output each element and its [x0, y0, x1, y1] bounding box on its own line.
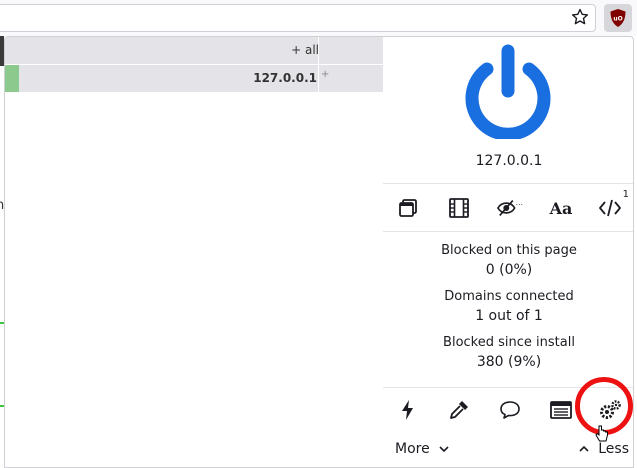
blocked-page-label: Blocked on this page	[441, 243, 577, 258]
no-remote-fonts-switch[interactable]: Aa	[548, 195, 574, 221]
less-button[interactable]: Less	[578, 441, 629, 457]
browser-toolbar: uO	[0, 0, 637, 36]
firewall-allowed-indicator	[5, 65, 19, 92]
divider	[383, 231, 633, 232]
more-button[interactable]: More	[395, 441, 450, 457]
less-label: Less	[598, 441, 629, 457]
domains-connected-value: 1 out of 1	[475, 308, 543, 324]
url-bar[interactable]	[0, 4, 596, 32]
ublock-popup: + all 127.0.0.1 + 127.0.0.1 … Aa 1 Block…	[4, 36, 634, 468]
ublock-origin-button[interactable]: uO	[604, 4, 632, 32]
no-scripting-switch[interactable]: 1	[597, 189, 629, 221]
hostname-label: 127.0.0.1	[475, 153, 543, 169]
power-switch-icon[interactable]	[463, 43, 553, 139]
ublock-origin-icon: uO	[610, 9, 626, 27]
no-popups-switch[interactable]	[395, 195, 421, 221]
no-popups-icon	[399, 199, 417, 217]
svg-text:…: …	[516, 198, 523, 207]
no-cosmetic-filtering-switch[interactable]: …	[497, 195, 523, 221]
no-scripting-icon	[599, 199, 621, 217]
divider	[383, 183, 633, 184]
firewall-row-host[interactable]: 127.0.0.1 +	[5, 65, 383, 92]
stats-section: Blocked on this page 0 (0%) Domains conn…	[383, 243, 633, 381]
eyedropper-icon	[450, 401, 468, 419]
firewall-column-separator	[318, 37, 319, 64]
firewall-row-host-label: 127.0.0.1	[253, 71, 317, 85]
per-site-switches: … Aa 1	[383, 185, 633, 231]
domains-connected-label: Domains connected	[444, 289, 574, 304]
svg-text:Aa: Aa	[549, 199, 572, 218]
no-large-media-switch[interactable]	[446, 195, 472, 221]
scripting-badge: 1	[622, 189, 629, 200]
firewall-row-all[interactable]: + all	[5, 37, 383, 65]
blocked-page-value: 0 (0%)	[485, 262, 533, 278]
picker-button[interactable]	[446, 397, 472, 423]
lightning-icon	[402, 400, 413, 420]
chevron-down-icon	[439, 446, 449, 453]
no-large-media-icon	[449, 198, 469, 218]
no-cosmetic-filtering-icon: …	[497, 198, 523, 216]
firewall-pane: + all 127.0.0.1 +	[5, 37, 383, 467]
blocked-install-label: Blocked since install	[443, 335, 575, 350]
firewall-row-host-plus: +	[321, 69, 330, 80]
speech-bubble-icon	[500, 401, 520, 419]
list-icon	[550, 401, 572, 419]
logger-button[interactable]	[548, 397, 574, 423]
firewall-column-separator	[318, 65, 319, 92]
star-icon[interactable]	[571, 8, 589, 26]
no-remote-fonts-icon: Aa	[549, 199, 572, 218]
hand-cursor-icon	[595, 425, 608, 442]
svg-text:uO: uO	[613, 16, 622, 23]
more-label: More	[395, 441, 430, 457]
firewall-row-all-label: + all	[291, 43, 319, 57]
report-button[interactable]	[497, 397, 523, 423]
chevron-up-icon	[579, 445, 589, 452]
zapper-button[interactable]	[395, 397, 421, 423]
